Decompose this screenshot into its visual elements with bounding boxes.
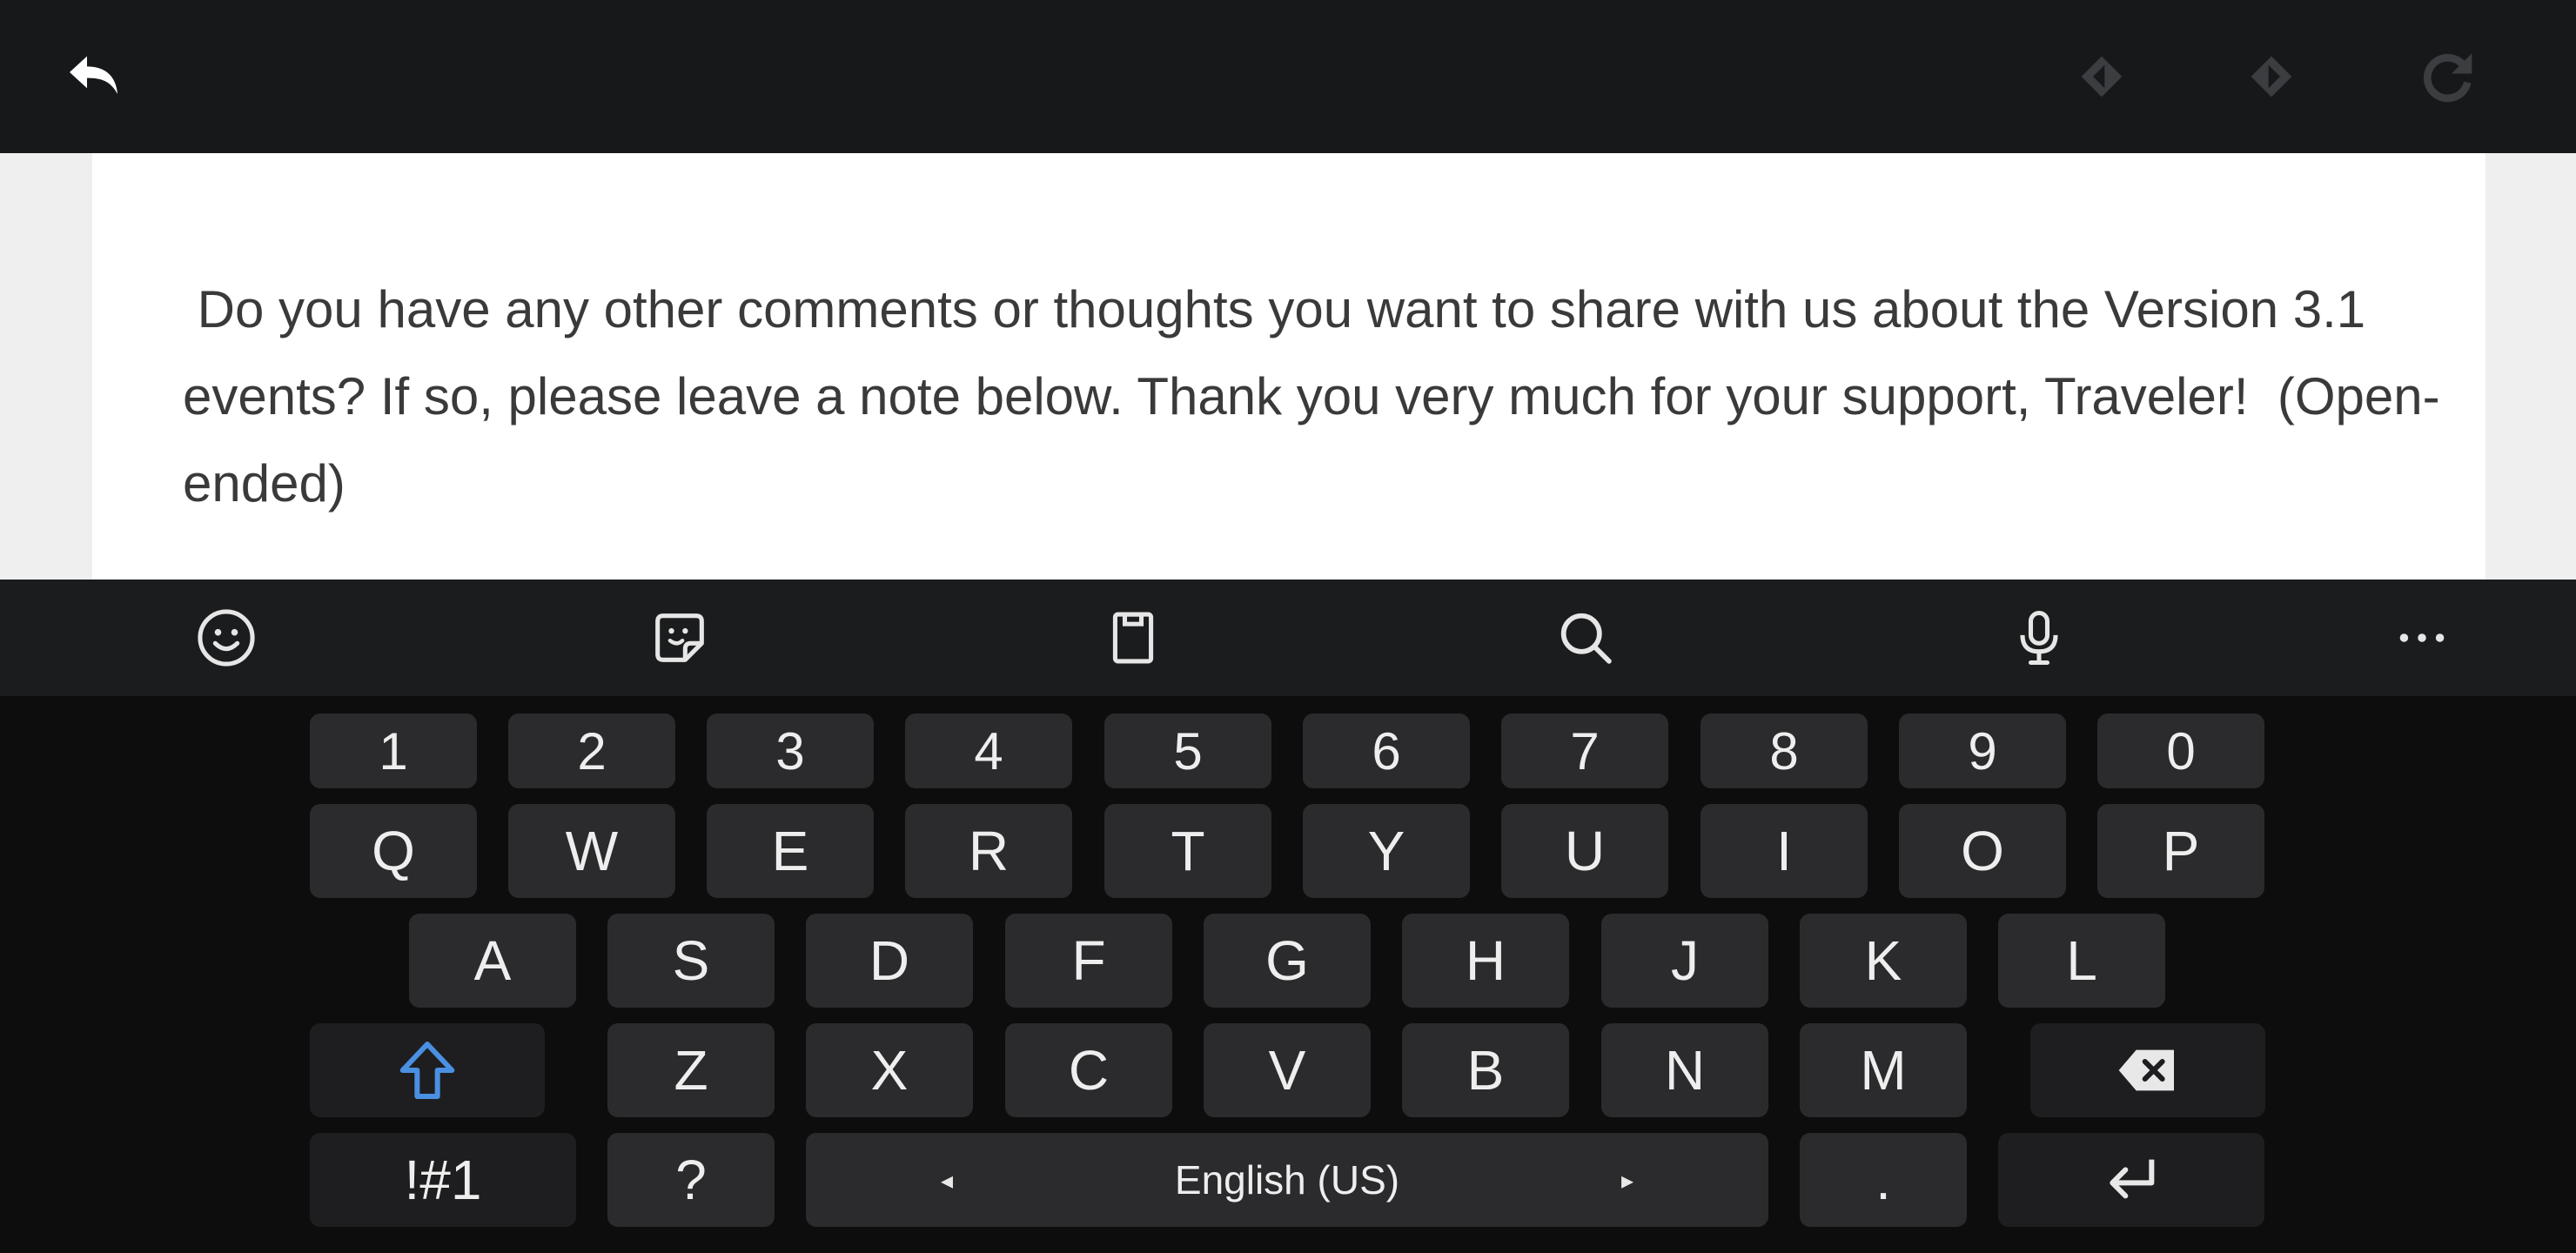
space-key-label: English (US) (1174, 1157, 1400, 1203)
backspace-key[interactable] (2030, 1023, 2265, 1117)
key-t[interactable]: T (1104, 804, 1271, 898)
symbols-key[interactable]: !#1 (310, 1133, 576, 1227)
key-9[interactable]: 9 (1899, 714, 2066, 788)
key-w[interactable]: W (508, 804, 675, 898)
key-y[interactable]: Y (1303, 804, 1470, 898)
previous-button[interactable] (2058, 33, 2145, 120)
key-x[interactable]: X (806, 1023, 973, 1117)
on-screen-keyboard: 1 2 3 4 5 6 7 8 9 0 Q W E R T Y U I O P … (0, 696, 2576, 1253)
key-7[interactable]: 7 (1501, 714, 1668, 788)
key-6[interactable]: 6 (1303, 714, 1470, 788)
space-key[interactable]: ◂ English (US) ▸ (806, 1133, 1768, 1227)
more-options-button[interactable] (2378, 594, 2465, 681)
refresh-icon (2423, 53, 2472, 103)
language-left-arrow: ◂ (941, 1166, 954, 1194)
key-c[interactable]: C (1005, 1023, 1172, 1117)
key-g[interactable]: G (1204, 914, 1371, 1008)
key-2[interactable]: 2 (508, 714, 675, 788)
sticker-icon (655, 613, 704, 662)
key-d[interactable]: D (806, 914, 973, 1008)
key-o[interactable]: O (1899, 804, 2066, 898)
key-s[interactable]: S (607, 914, 775, 1008)
emoji-icon (198, 609, 255, 667)
key-e[interactable]: E (707, 804, 874, 898)
key-v[interactable]: V (1204, 1023, 1371, 1117)
next-diamond-icon (2251, 56, 2292, 97)
key-r[interactable]: R (905, 804, 1072, 898)
key-5[interactable]: 5 (1104, 714, 1271, 788)
emoji-button[interactable] (183, 594, 270, 681)
backspace-icon (2118, 1049, 2174, 1091)
shift-key[interactable] (310, 1023, 545, 1117)
question-mark-key[interactable]: ? (607, 1133, 775, 1227)
key-k[interactable]: K (1800, 914, 1967, 1008)
key-l[interactable]: L (1998, 914, 2165, 1008)
key-1[interactable]: 1 (310, 714, 477, 788)
clipboard-button[interactable] (1090, 594, 1177, 681)
key-m[interactable]: M (1800, 1023, 1967, 1117)
key-z[interactable]: Z (607, 1023, 775, 1117)
key-h[interactable]: H (1402, 914, 1569, 1008)
shift-icon (399, 1042, 455, 1099)
key-j[interactable]: J (1601, 914, 1768, 1008)
more-icon (2399, 633, 2445, 642)
key-p[interactable]: P (2097, 804, 2264, 898)
clipboard-icon (1112, 612, 1154, 664)
search-button[interactable] (1542, 594, 1629, 681)
next-button[interactable] (2228, 33, 2315, 120)
previous-diamond-icon (2081, 56, 2123, 97)
browser-toolbar (0, 0, 2576, 153)
key-3[interactable]: 3 (707, 714, 874, 788)
key-8[interactable]: 8 (1701, 714, 1868, 788)
key-b[interactable]: B (1402, 1023, 1569, 1117)
language-right-arrow: ▸ (1620, 1166, 1633, 1194)
key-u[interactable]: U (1501, 804, 1668, 898)
back-button[interactable] (52, 33, 139, 120)
enter-icon (2110, 1159, 2155, 1199)
microphone-icon (2020, 610, 2058, 666)
period-key[interactable]: . (1800, 1133, 1967, 1227)
key-i[interactable]: I (1701, 804, 1868, 898)
voice-input-button[interactable] (1996, 594, 2083, 681)
key-n[interactable]: N (1601, 1023, 1768, 1117)
refresh-button[interactable] (2404, 33, 2491, 120)
sticker-button[interactable] (636, 594, 723, 681)
key-0[interactable]: 0 (2097, 714, 2264, 788)
search-icon (1560, 613, 1612, 664)
keyboard-toolbar (0, 580, 2576, 696)
question-text: Do you have any other comments or though… (183, 280, 2440, 513)
key-f[interactable]: F (1005, 914, 1172, 1008)
key-a[interactable]: A (409, 914, 576, 1008)
key-4[interactable]: 4 (905, 714, 1072, 788)
survey-card: Do you have any other comments or though… (92, 153, 2485, 580)
back-icon (70, 56, 117, 94)
enter-key[interactable] (1998, 1133, 2264, 1227)
key-q[interactable]: Q (310, 804, 477, 898)
